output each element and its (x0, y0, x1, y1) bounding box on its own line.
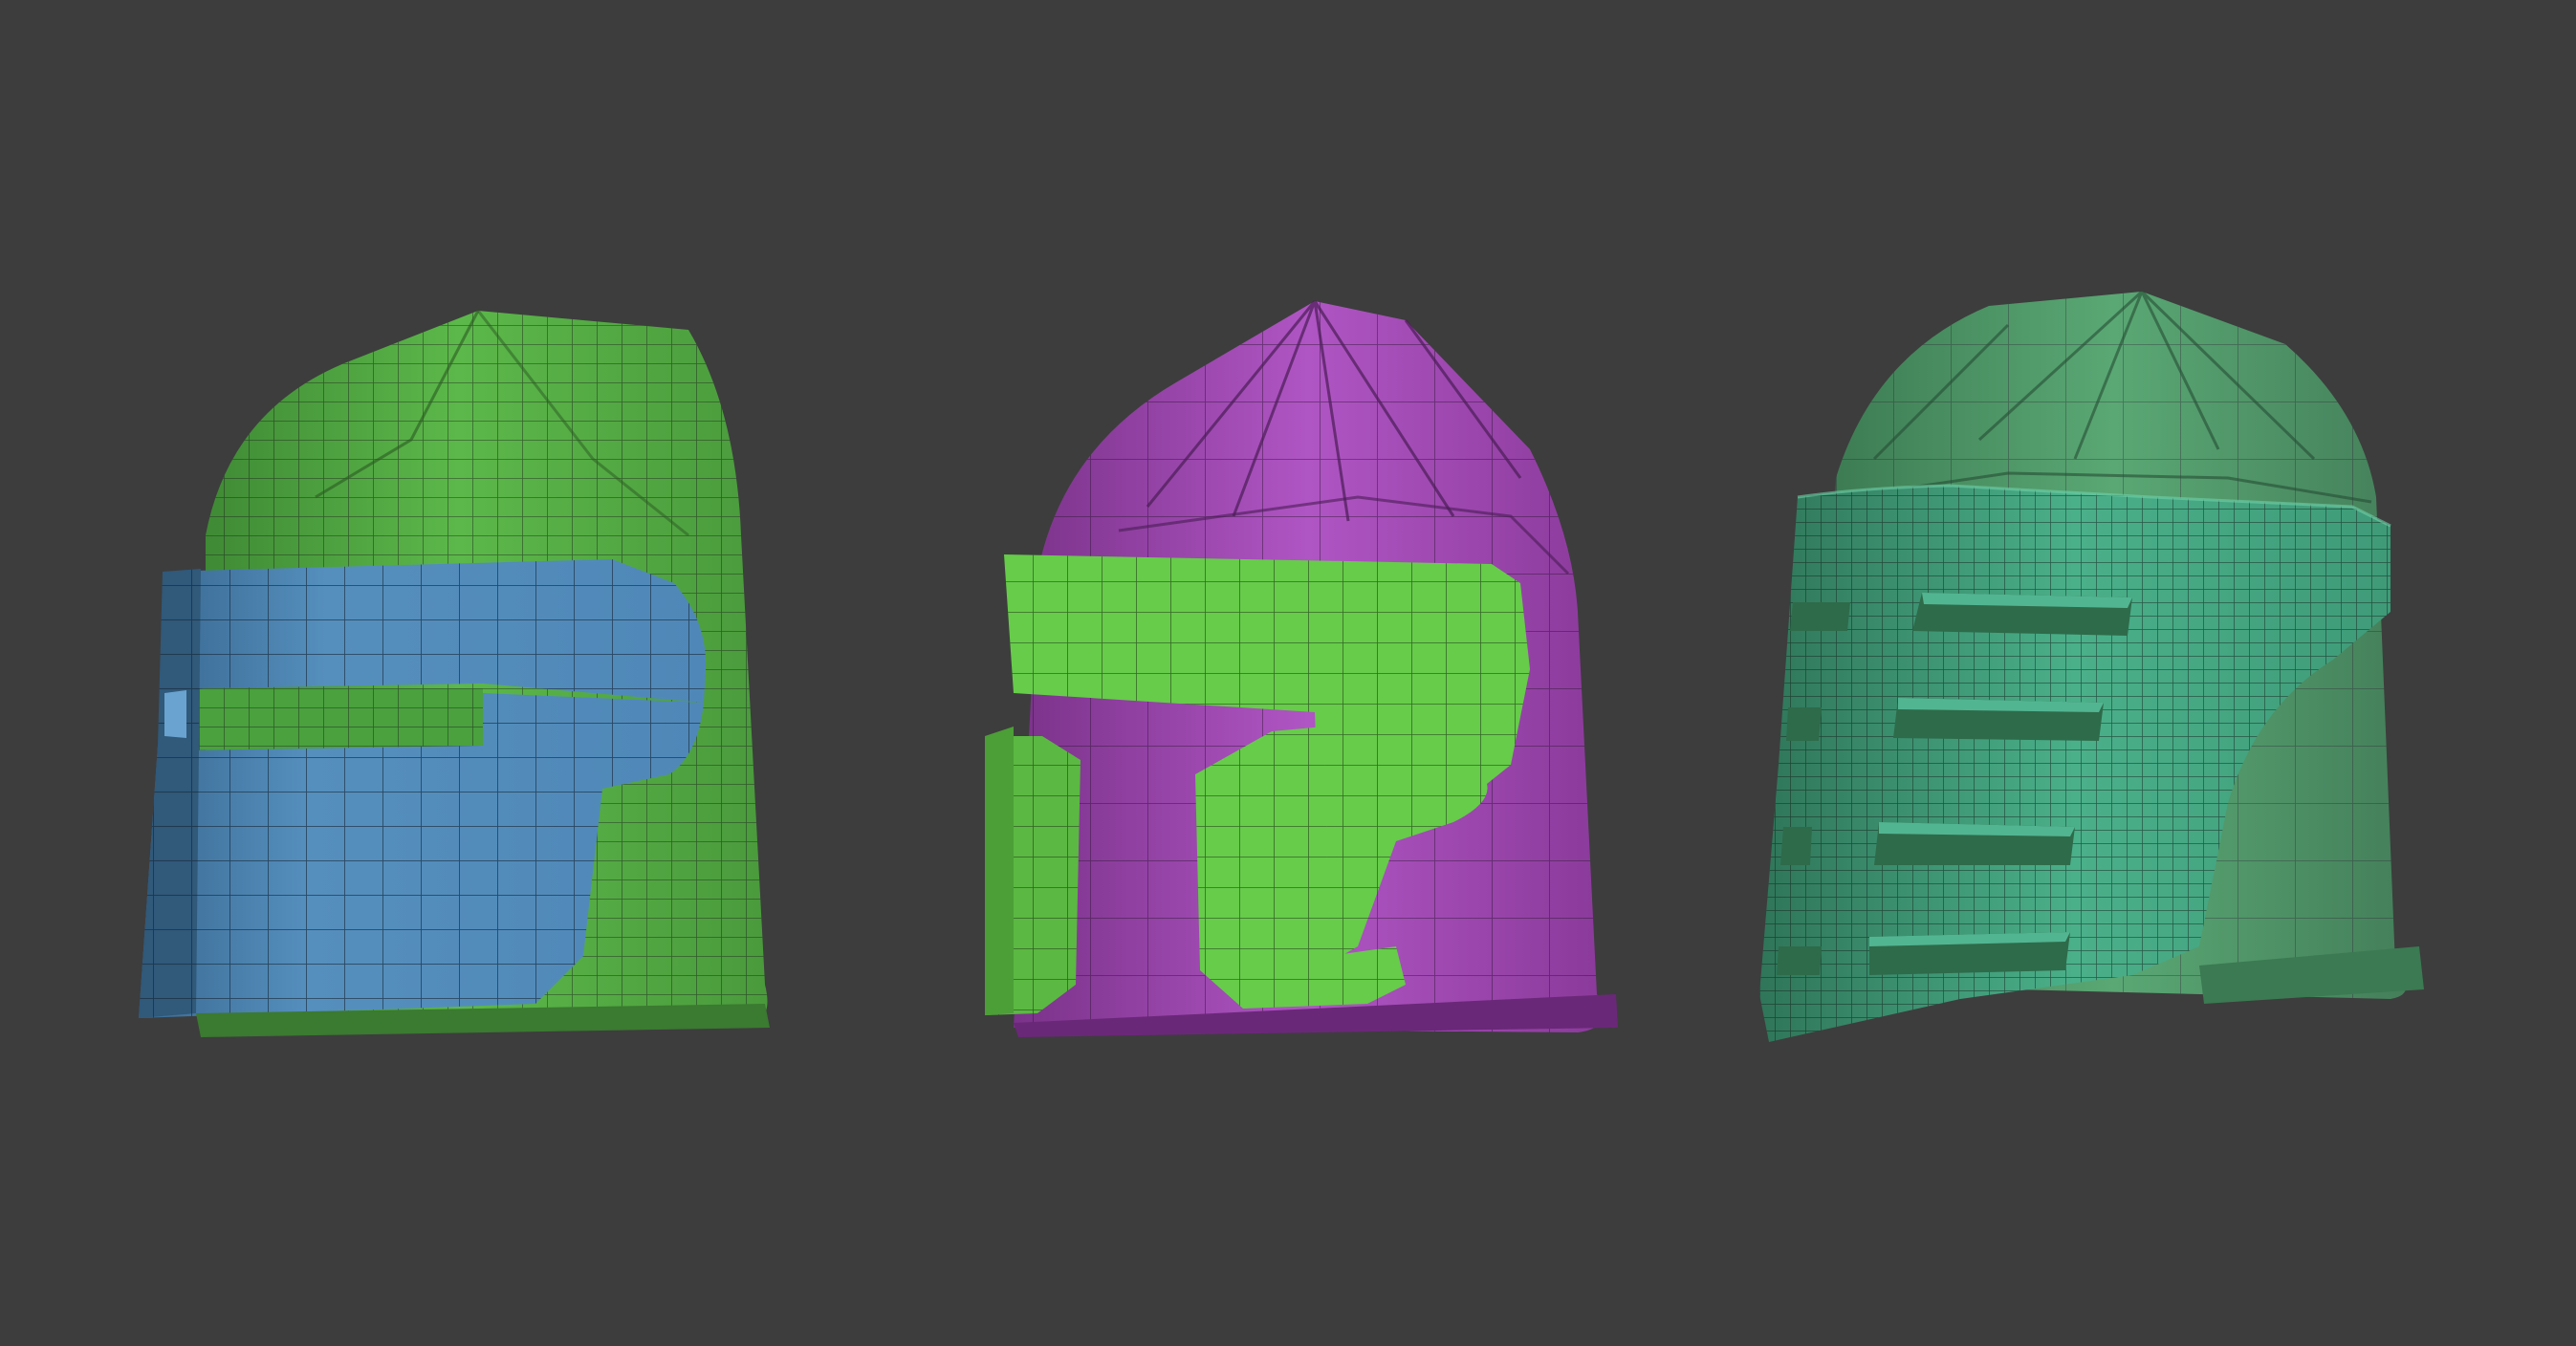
helmet-middle (985, 300, 1618, 1037)
viewport-render (139, 290, 2424, 1042)
helmet-right (1759, 290, 2424, 1042)
helmet-left (139, 310, 770, 1037)
